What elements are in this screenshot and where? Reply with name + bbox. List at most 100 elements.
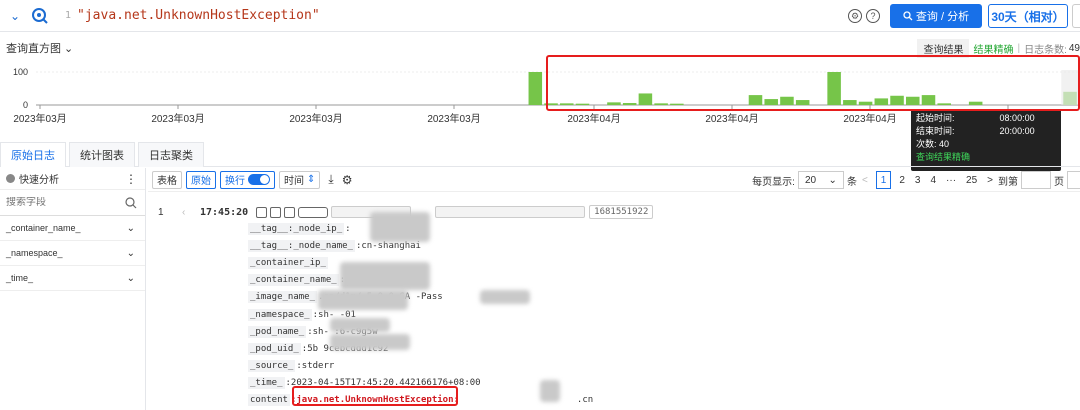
goto-button[interactable]	[1067, 171, 1080, 189]
raw-view-button[interactable]: 原始	[186, 170, 216, 189]
table-view-button[interactable]: 表格	[152, 170, 182, 189]
time-range-button[interactable]: 30天（相对）	[988, 4, 1068, 28]
redaction	[370, 212, 430, 242]
log-field-key[interactable]: __tag__:_node_ip_	[248, 223, 345, 235]
log-field-row: _container_ip_	[248, 254, 329, 272]
quick-analysis-sidebar: 快速分析 ⋮ _container_name_ ⌄ _namespace_ ⌄ _t…	[0, 168, 146, 410]
line-number: 1	[65, 10, 72, 21]
y-tick-label: 100	[13, 67, 28, 77]
field-label: _namespace_	[6, 248, 63, 258]
context-icon[interactable]	[270, 206, 282, 218]
goto-page-input[interactable]	[1021, 171, 1051, 189]
log-field-value[interactable]: :cn-shanghai	[355, 241, 421, 251]
log-content-tail: .cn	[576, 395, 594, 405]
log-field-key[interactable]: _pod_name_	[248, 325, 307, 338]
wrap-label: 换行	[225, 176, 245, 187]
log-field-key[interactable]: _container_name_	[248, 274, 339, 287]
query-bar: ⌄ 1 "java.net.UnknownHostException" ⚙ ? …	[0, 0, 1080, 32]
more-menu-icon[interactable]: ⋮	[125, 172, 137, 186]
tab-log-clusters[interactable]: 日志聚类	[138, 142, 204, 167]
search-button-label: 查询 / 分析	[915, 11, 970, 23]
search-icon	[903, 11, 913, 21]
pagination: 每页显示: 20 ⌄ 条 < 1 2 3 4 ··· 25 > 到第 页	[752, 168, 1080, 192]
more-actions-button[interactable]	[298, 206, 329, 218]
chevron-down-icon: ⌄	[126, 272, 135, 284]
gear-icon[interactable]: ⚙	[342, 173, 353, 187]
x-tick-label: 2023年04月	[705, 112, 758, 125]
redaction	[340, 262, 430, 290]
log-timestamp: 1681551922	[589, 205, 654, 219]
log-panel: 表格 原始 换行 时间 ⇕ ⤓ ⚙ 每页显示: 20 ⌄ 条 < 1 2 3 4 ·…	[148, 168, 1080, 410]
page-size-value: 20	[804, 174, 817, 186]
next-page-icon[interactable]: >	[987, 175, 993, 186]
page-size-select[interactable]: 20 ⌄	[797, 171, 844, 189]
settings-icon[interactable]: ⚙	[848, 9, 862, 23]
redaction	[330, 334, 410, 350]
search-analyze-button[interactable]: 查询 / 分析	[890, 4, 982, 28]
content-highlight	[292, 386, 458, 406]
redaction	[540, 380, 560, 402]
x-tick-label: 2023年03月	[427, 112, 480, 125]
time-sort-label: 时间	[284, 176, 304, 187]
live-tail-icon[interactable]	[284, 206, 296, 218]
sort-icon: ⇕	[307, 174, 316, 185]
page-unit-label: 条	[846, 176, 857, 188]
search-icon[interactable]	[125, 196, 137, 209]
log-field-key[interactable]: _image_name_	[248, 291, 318, 304]
log-field-key[interactable]: _namespace_	[248, 308, 312, 321]
histogram-bar[interactable]	[528, 72, 543, 105]
toggle-switch[interactable]	[248, 174, 270, 185]
page-ellipsis[interactable]: ···	[946, 175, 956, 186]
log-field-row: _source_:stderr	[248, 357, 334, 375]
chevron-down-icon: ⌄	[828, 174, 837, 186]
log-field-key[interactable]: _source_	[248, 359, 296, 372]
host-tag	[435, 206, 586, 218]
log-field-key[interactable]: _time_	[248, 376, 285, 389]
time-sort-button[interactable]: 时间 ⇕	[279, 170, 321, 189]
tooltip-end-value: 20:00:00	[999, 126, 1035, 136]
download-icon[interactable]: ⤓	[328, 172, 333, 187]
tooltip-start-value: 08:00:00	[999, 113, 1035, 123]
more-button[interactable]	[1072, 4, 1080, 28]
log-field-key[interactable]: content	[248, 394, 290, 406]
logstore-icon[interactable]	[29, 5, 51, 27]
tab-charts[interactable]: 统计图表	[69, 142, 135, 167]
chevron-down-icon[interactable]: ⌄	[4, 5, 26, 27]
field-container-name[interactable]: _container_name_ ⌄	[0, 216, 145, 241]
field-namespace[interactable]: _namespace_ ⌄	[0, 241, 145, 266]
result-tabs: 原始日志 统计图表 日志聚类	[0, 142, 1080, 167]
page-4[interactable]: 4	[930, 175, 936, 186]
log-field-value[interactable]: :stderr	[295, 361, 334, 371]
expand-icon[interactable]: ‹	[182, 207, 200, 218]
tab-raw-logs[interactable]: 原始日志	[0, 142, 66, 167]
log-field-value[interactable]: :	[344, 224, 350, 234]
sidebar-title: 快速分析	[19, 175, 59, 186]
wrap-toggle[interactable]: 换行	[220, 170, 275, 189]
prev-page-icon[interactable]: <	[862, 175, 868, 186]
collapse-icon[interactable]	[6, 174, 15, 183]
log-field-key[interactable]: _pod_uid_	[248, 342, 301, 355]
goto-label: 到第	[998, 176, 1018, 188]
tooltip-start-label: 起始时间:	[916, 113, 955, 123]
tooltip-end-label: 结束时间:	[916, 126, 955, 136]
chevron-down-icon: ⌄	[126, 222, 135, 234]
copy-icon[interactable]	[256, 206, 268, 218]
x-tick-label: 2023年03月	[289, 112, 342, 125]
query-input[interactable]: "java.net.UnknownHostException"	[77, 8, 320, 23]
redaction	[330, 318, 390, 332]
page-25[interactable]: 25	[966, 175, 977, 186]
page-3[interactable]: 3	[915, 175, 921, 186]
page-2[interactable]: 2	[899, 175, 905, 186]
log-field-key[interactable]: _container_ip_	[248, 257, 328, 270]
page-size-label: 每页显示:	[752, 176, 795, 188]
x-tick-label: 2023年04月	[843, 112, 896, 125]
field-time[interactable]: _time_ ⌄	[0, 266, 145, 291]
help-icon[interactable]: ?	[866, 9, 880, 23]
page-1[interactable]: 1	[875, 171, 892, 189]
x-tick-label: 2023年03月	[13, 112, 66, 125]
y-tick-label: 0	[23, 100, 28, 110]
log-time: 17:45:20	[200, 206, 249, 218]
field-search-input[interactable]	[0, 197, 110, 208]
log-field-key[interactable]: __tag__:_node_name_	[248, 240, 355, 253]
log-index: 1	[158, 206, 164, 218]
